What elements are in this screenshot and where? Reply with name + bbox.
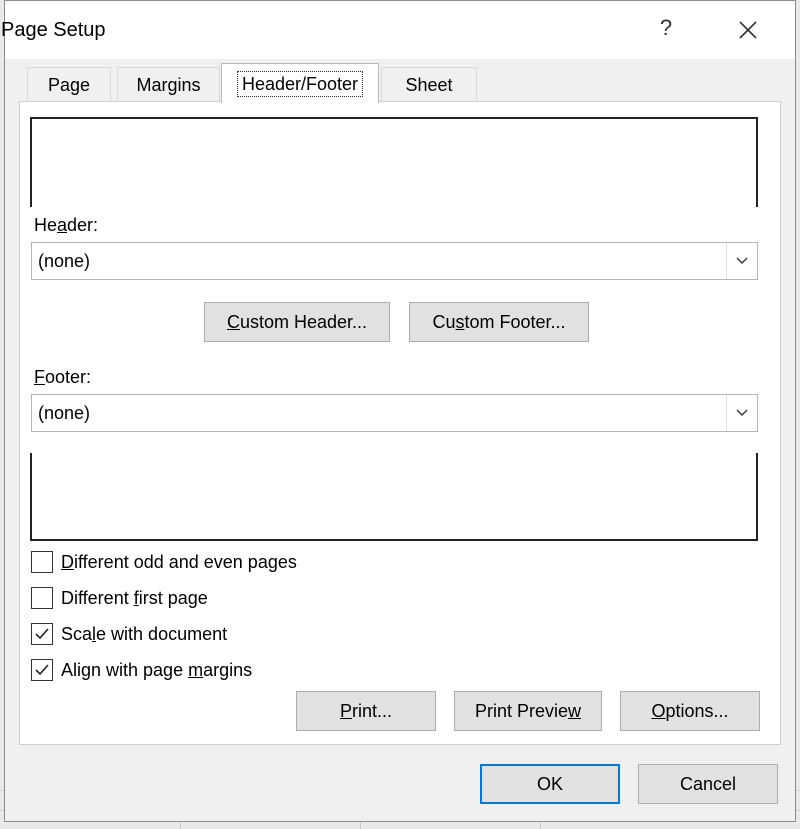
print-preview-button[interactable]: Print Preview — [454, 691, 602, 731]
ok-button[interactable]: OK — [480, 764, 620, 804]
checkmark-icon — [35, 628, 49, 640]
header-label: Header: — [34, 215, 99, 235]
cancel-button[interactable]: Cancel — [638, 764, 778, 804]
checkbox-box[interactable] — [31, 587, 53, 609]
checkbox-box[interactable] — [31, 551, 53, 573]
chevron-down-icon — [726, 395, 757, 431]
header-preview — [30, 117, 758, 207]
scale-with-document-checkbox[interactable]: Scale with document — [31, 621, 227, 647]
checkbox-box[interactable] — [31, 623, 53, 645]
checkbox-label: Scale with document — [61, 623, 228, 644]
footer-label: Footer: — [34, 367, 92, 387]
footer-select[interactable]: (none) — [31, 394, 758, 432]
custom-footer-button[interactable]: Custom Footer... — [409, 302, 589, 342]
align-with-margins-checkbox[interactable]: Align with page margins — [31, 657, 252, 683]
different-odd-even-checkbox[interactable]: Different odd and even pages — [31, 549, 297, 575]
options-button[interactable]: Options... — [620, 691, 760, 731]
different-first-page-checkbox[interactable]: Different first page — [31, 585, 208, 611]
footer-preview — [30, 453, 758, 541]
header-select-value: (none) — [38, 251, 91, 271]
checkbox-label: Different first page — [61, 587, 208, 608]
checkbox-label: Align with page margins — [61, 659, 253, 680]
print-button[interactable]: Print... — [296, 691, 436, 731]
checkmark-icon — [35, 664, 49, 676]
header-select[interactable]: (none) — [31, 242, 758, 280]
checkbox-box[interactable] — [31, 659, 53, 681]
checkbox-label: Different odd and even pages — [61, 551, 297, 572]
footer-select-value: (none) — [38, 403, 91, 423]
custom-header-button[interactable]: Custom Header... — [204, 302, 390, 342]
chevron-down-icon — [726, 243, 757, 279]
